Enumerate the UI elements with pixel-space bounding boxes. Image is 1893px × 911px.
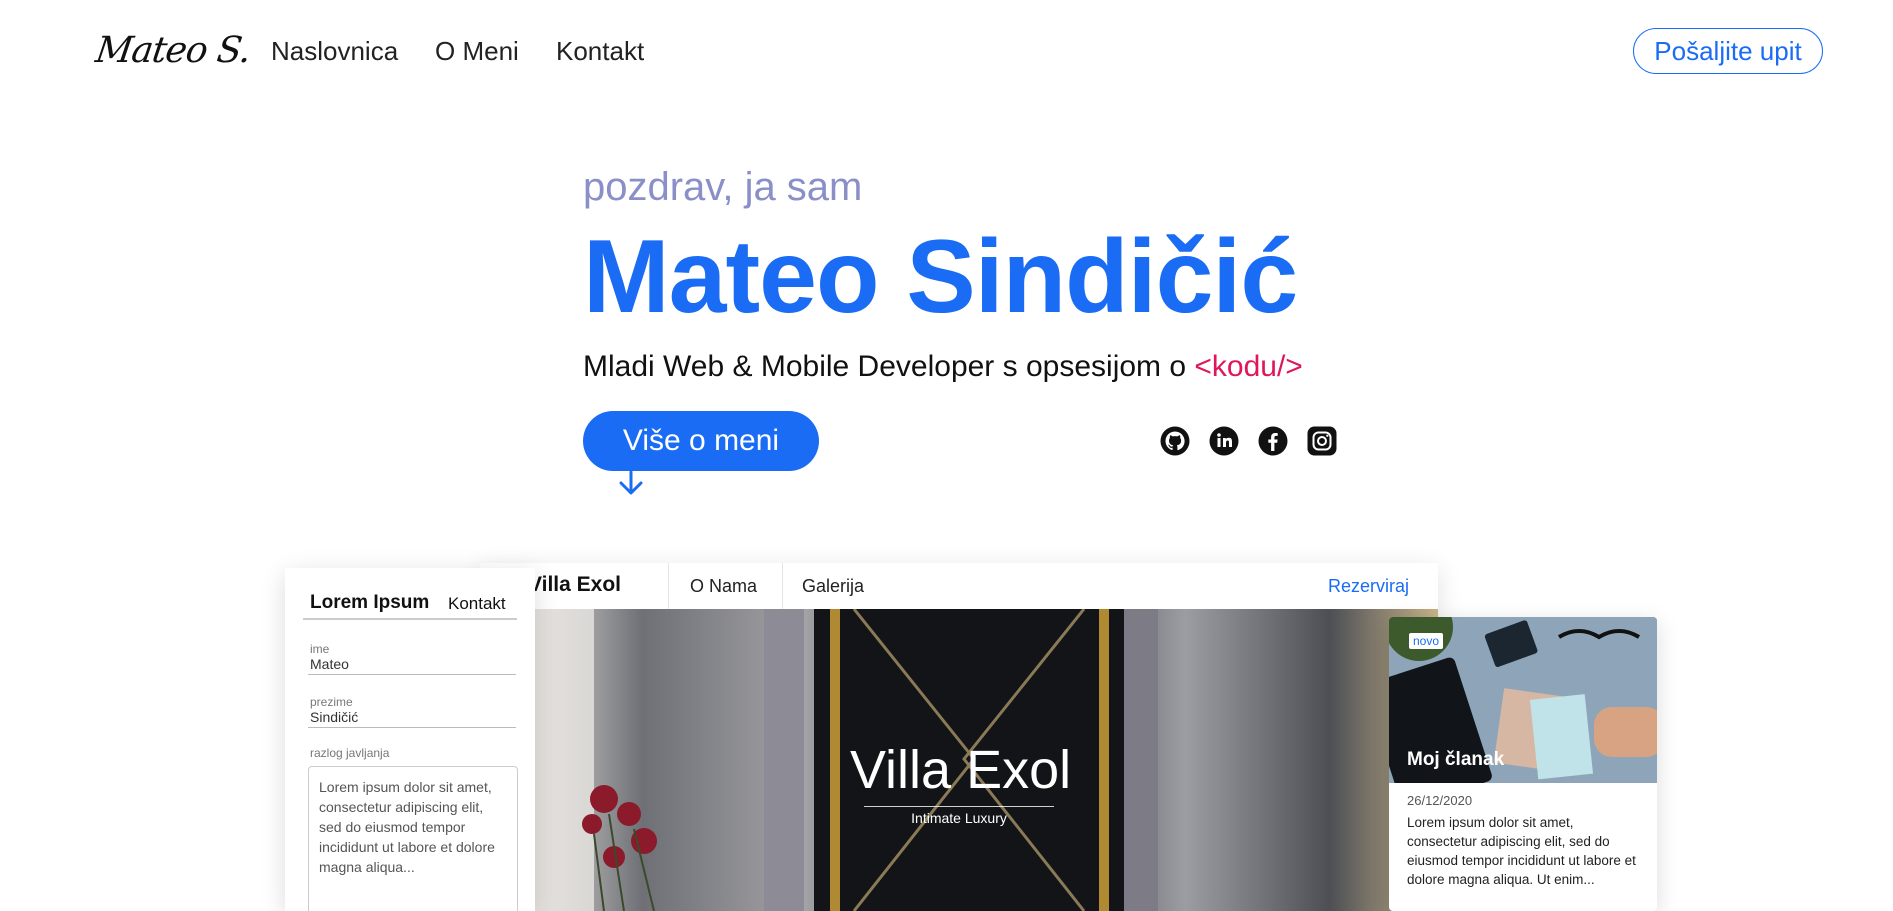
mockup-navbar: Villa Exol O Nama Galerija Rezerviraj [480,563,1438,609]
article-title: Moj članak [1407,749,1505,770]
arrow-down-icon [619,470,643,495]
article-card-mockup: novo Moj članak 26/12/2020 Lorem ipsum d… [1389,617,1657,911]
form-header-divider [303,618,517,620]
form-title: Lorem Ipsum [310,592,430,613]
hotel-site-mockup: Villa Exol O Nama Galerija Rezerviraj Vi… [480,563,1438,911]
field-underline [308,674,516,675]
nav-link-o-meni[interactable]: O Meni [435,36,519,67]
mockup-hero-title: Villa Exol [850,740,1072,800]
hero-name: Mateo Sindičić [583,219,1298,335]
mockup-hero-divider [864,806,1054,807]
tagline-text: Mladi Web & Mobile Developer s opsesijom… [583,350,1195,383]
article-excerpt: Lorem ipsum dolor sit amet, consectetur … [1407,815,1636,887]
mockup-brand: Villa Exol [528,573,621,596]
more-about-me-button[interactable]: Više o meni [583,411,819,471]
linkedin-icon[interactable] [1209,426,1239,456]
hero-greeting: pozdrav, ja sam [583,165,863,209]
form-link-kontakt: Kontakt [448,594,506,613]
mockup-divider [782,563,783,609]
contact-form-mockup: Lorem Ipsum Kontakt ime Mateo prezime Si… [285,568,535,911]
mockup-link-galerija: Galerija [802,576,865,596]
hero-tagline: Mladi Web & Mobile Developer s opsesijom… [583,350,1303,384]
mockup-link-o-nama: O Nama [690,576,758,596]
top-nav: Mateo S. Naslovnica O Meni Kontakt Pošal… [0,0,1893,100]
field-value-prezime: Sindičić [310,709,359,725]
article-image: novo Moj članak [1389,617,1657,783]
github-icon[interactable] [1160,426,1190,456]
nav-link-naslovnica[interactable]: Naslovnica [271,36,398,67]
field-textarea-razlog: Lorem ipsum dolor sit amet, consectetur … [308,766,518,911]
field-label-ime: ime [310,642,330,656]
nav-link-kontakt[interactable]: Kontakt [556,36,644,67]
mockup-hero-image: Villa Exol Intimate Luxury [534,609,1438,911]
field-value-ime: Mateo [310,656,349,672]
field-underline [308,727,516,728]
article-date: 26/12/2020 [1407,793,1473,808]
logo[interactable]: Mateo S. [93,30,253,71]
facebook-icon[interactable] [1258,426,1288,456]
tagline-code: <kodu/> [1194,350,1303,383]
new-badge: novo [1409,633,1444,649]
mockup-reserve-link: Rezerviraj [1328,576,1410,596]
field-label-prezime: prezime [310,695,353,709]
send-inquiry-button[interactable]: Pošaljite upit [1633,28,1823,74]
mockup-divider [668,563,669,609]
mockup-hero-subtitle: Intimate Luxury [911,810,1007,826]
instagram-icon[interactable] [1307,426,1337,456]
field-label-razlog: razlog javljanja [310,746,390,760]
